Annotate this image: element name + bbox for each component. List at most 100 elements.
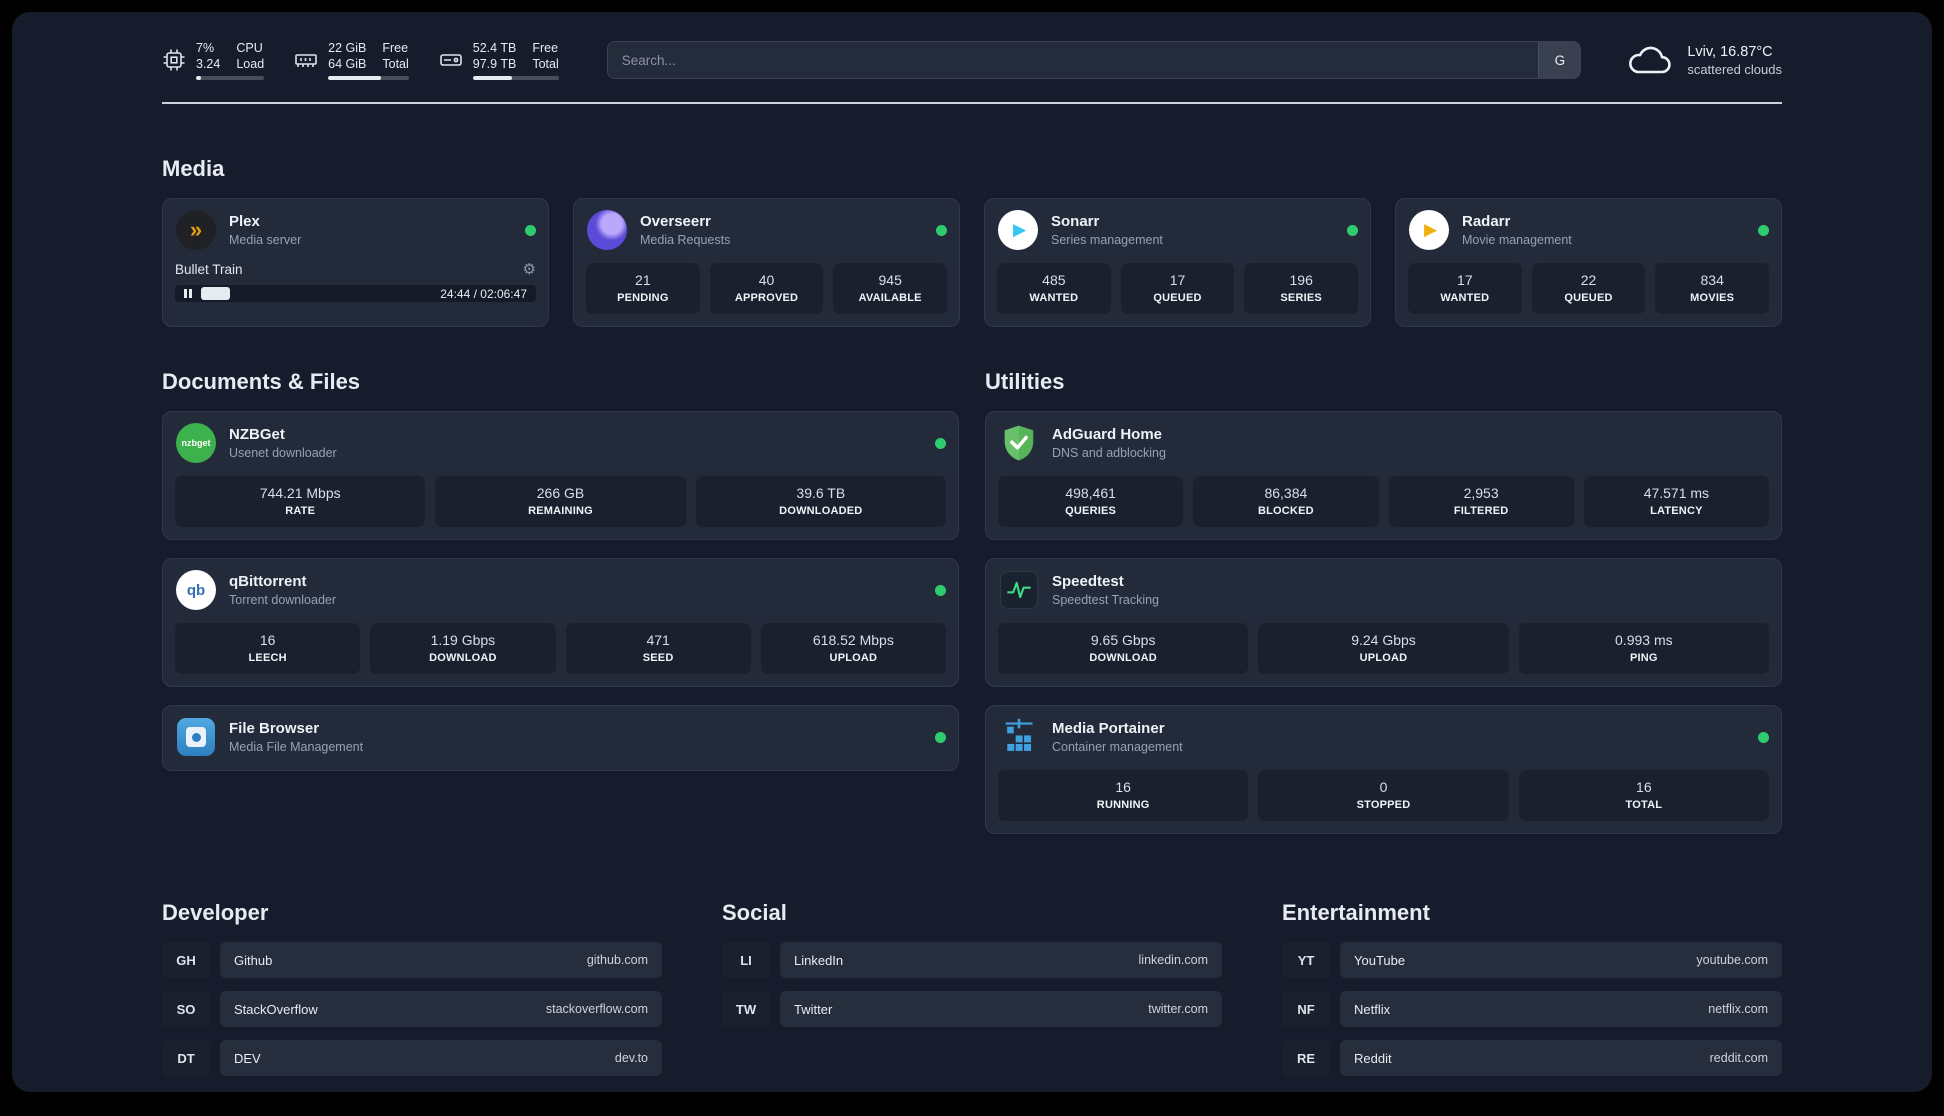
system-monitors: 7% 3.24 CPU Load 22 GiB 64 GiB Free Tota… [162, 40, 559, 81]
ram-values: 22 GiB 64 GiB [328, 40, 367, 71]
radarr-icon: ▶ [1409, 210, 1449, 250]
app-name: Overseerr [640, 213, 711, 230]
search-input[interactable] [621, 52, 1581, 68]
status-dot [935, 584, 946, 596]
app-name: Radarr [1462, 213, 1511, 230]
stat-available: 945 AVAILABLE [833, 263, 948, 314]
stat-seed: 471 SEED [565, 623, 751, 674]
linkedin-icon: LI [722, 942, 770, 978]
cpu-usage-bar [196, 76, 265, 81]
stat-leech: 16 LEECH [175, 623, 361, 674]
qbittorrent-icon: qb [176, 570, 216, 610]
ram-icon [295, 54, 317, 67]
stat-download: 9.65 Gbps DOWNLOAD [998, 623, 1249, 674]
app-subtitle: Movie management [1462, 233, 1572, 247]
app-card-radarr[interactable]: ▶ Radarr Movie management 17 WANTED 22 Q… [1395, 198, 1782, 327]
disk-usage-bar [472, 76, 559, 81]
app-subtitle: Media Requests [640, 233, 731, 247]
stat-running: 16 RUNNING [998, 770, 1249, 821]
app-card-nzbget[interactable]: nzbget NZBGet Usenet downloader 744.21 M… [162, 411, 959, 540]
now-playing-title: Bullet Train [175, 261, 243, 277]
bookmark-link[interactable]: YouTube youtube.com [1340, 942, 1782, 978]
stat-remaining: 266 GB REMAINING [435, 476, 686, 527]
bookmark-link[interactable]: StackOverflow stackoverflow.com [220, 991, 662, 1027]
bookmark-reddit: RE Reddit reddit.com [1282, 1040, 1782, 1076]
disk-values: 52.4 TB 97.9 TB [472, 40, 517, 71]
playback-time: 24:44 / 02:06:47 [440, 287, 527, 301]
topbar: 7% 3.24 CPU Load 22 GiB 64 GiB Free Tota… [162, 38, 1782, 82]
app-card-plex[interactable]: » Plex Media server Bullet Train ⚙ 24:44… [162, 198, 549, 327]
bookmarks-area: Developer GH Github github.com SO StackO… [162, 900, 1782, 1076]
ram-usage-bar [328, 76, 409, 81]
app-name: NZBGet [229, 426, 285, 443]
status-dot [936, 224, 947, 236]
bookmark-twitter: TW Twitter twitter.com [722, 991, 1222, 1027]
app-subtitle: DNS and adblocking [1052, 446, 1166, 460]
app-card-sonarr[interactable]: ▶ Sonarr Series management 485 WANTED 17… [984, 198, 1371, 327]
stat-latency: 47.571 ms LATENCY [1583, 476, 1769, 527]
disk-labels: Free Total [532, 40, 559, 71]
bookmark-dev: DT DEV dev.to [162, 1040, 662, 1076]
cpu-monitor: 7% 3.24 CPU Load [162, 40, 265, 81]
section-developer: Developer GH Github github.com SO StackO… [162, 900, 662, 1076]
sonarr-icon: ▶ [998, 210, 1038, 250]
bookmark-netflix: NF Netflix netflix.com [1282, 991, 1782, 1027]
stat-queued: 17 QUEUED [1120, 263, 1235, 314]
section-entertainment: Entertainment YT YouTube youtube.com NF … [1282, 900, 1782, 1076]
app-card-overseerr[interactable]: Overseerr Media Requests 21 PENDING 40 A… [573, 198, 960, 327]
section-title-developer: Developer [162, 900, 269, 925]
app-card-portainer[interactable]: Media Portainer Container management 16 … [985, 705, 1782, 834]
reddit-icon: RE [1282, 1040, 1330, 1076]
weather-location: Lviv, 16.87°C [1687, 43, 1773, 60]
pause-button[interactable] [184, 289, 192, 298]
disk-icon [439, 54, 462, 66]
plex-icon: » [176, 210, 216, 250]
section-social: Social LI LinkedIn linkedin.com TW Twitt… [722, 900, 1222, 1076]
bookmark-linkedin: LI LinkedIn linkedin.com [722, 942, 1222, 978]
stat-pending: 21 PENDING [586, 263, 700, 314]
topbar-divider [162, 102, 1782, 104]
status-dot [525, 224, 536, 236]
stat-rate: 744.21 Mbps RATE [175, 476, 426, 527]
app-name: Speedtest [1052, 573, 1124, 590]
stat-queued: 22 QUEUED [1531, 263, 1646, 314]
app-subtitle: Series management [1051, 233, 1163, 247]
playback-bar[interactable]: 24:44 / 02:06:47 [175, 285, 536, 302]
app-name: Sonarr [1051, 213, 1100, 230]
bookmark-youtube: YT YouTube youtube.com [1282, 942, 1782, 978]
github-icon: GH [162, 942, 210, 978]
bookmark-link[interactable]: DEV dev.to [220, 1040, 662, 1076]
netflix-icon: NF [1282, 991, 1330, 1027]
app-name: AdGuard Home [1052, 426, 1163, 443]
playback-progress [201, 287, 230, 300]
app-card-qbittorrent[interactable]: qb qBittorrent Torrent downloader 16 LEE… [162, 558, 959, 687]
status-dot [1347, 224, 1358, 236]
youtube-icon: YT [1282, 942, 1330, 978]
dashboard-panel: 7% 3.24 CPU Load 22 GiB 64 GiB Free Tota… [12, 12, 1932, 1092]
app-card-speedtest[interactable]: Speedtest Speedtest Tracking 9.65 Gbps D… [985, 558, 1782, 687]
search-bar: G [606, 41, 1582, 79]
stat-stopped: 0 STOPPED [1258, 770, 1509, 821]
bookmark-link[interactable]: Github github.com [220, 942, 662, 978]
stat-download: 1.19 Gbps DOWNLOAD [370, 623, 556, 674]
app-card-adguard[interactable]: AdGuard Home DNS and adblocking 498,461 … [985, 411, 1782, 540]
app-subtitle: Torrent downloader [229, 593, 337, 607]
app-card-filebrowser[interactable]: File Browser Media File Management [162, 705, 959, 771]
filebrowser-icon [177, 718, 215, 756]
dev-icon: DT [162, 1040, 210, 1076]
app-subtitle: Media File Management [229, 740, 364, 754]
app-name: Plex [229, 213, 260, 230]
search-engine-button[interactable]: G [1538, 42, 1581, 78]
bookmark-link[interactable]: Reddit reddit.com [1340, 1040, 1782, 1076]
cpu-icon [163, 49, 185, 71]
gear-icon[interactable]: ⚙ [523, 260, 536, 278]
stat-approved: 40 APPROVED [709, 263, 824, 314]
app-subtitle: Speedtest Tracking [1052, 593, 1160, 607]
app-subtitle: Container management [1052, 740, 1183, 754]
app-name: Media Portainer [1052, 720, 1165, 737]
bookmark-link[interactable]: Netflix netflix.com [1340, 991, 1782, 1027]
section-title-entertainment: Entertainment [1282, 900, 1430, 925]
app-subtitle: Usenet downloader [229, 446, 337, 460]
bookmark-link[interactable]: LinkedIn linkedin.com [780, 942, 1222, 978]
bookmark-link[interactable]: Twitter twitter.com [780, 991, 1222, 1027]
